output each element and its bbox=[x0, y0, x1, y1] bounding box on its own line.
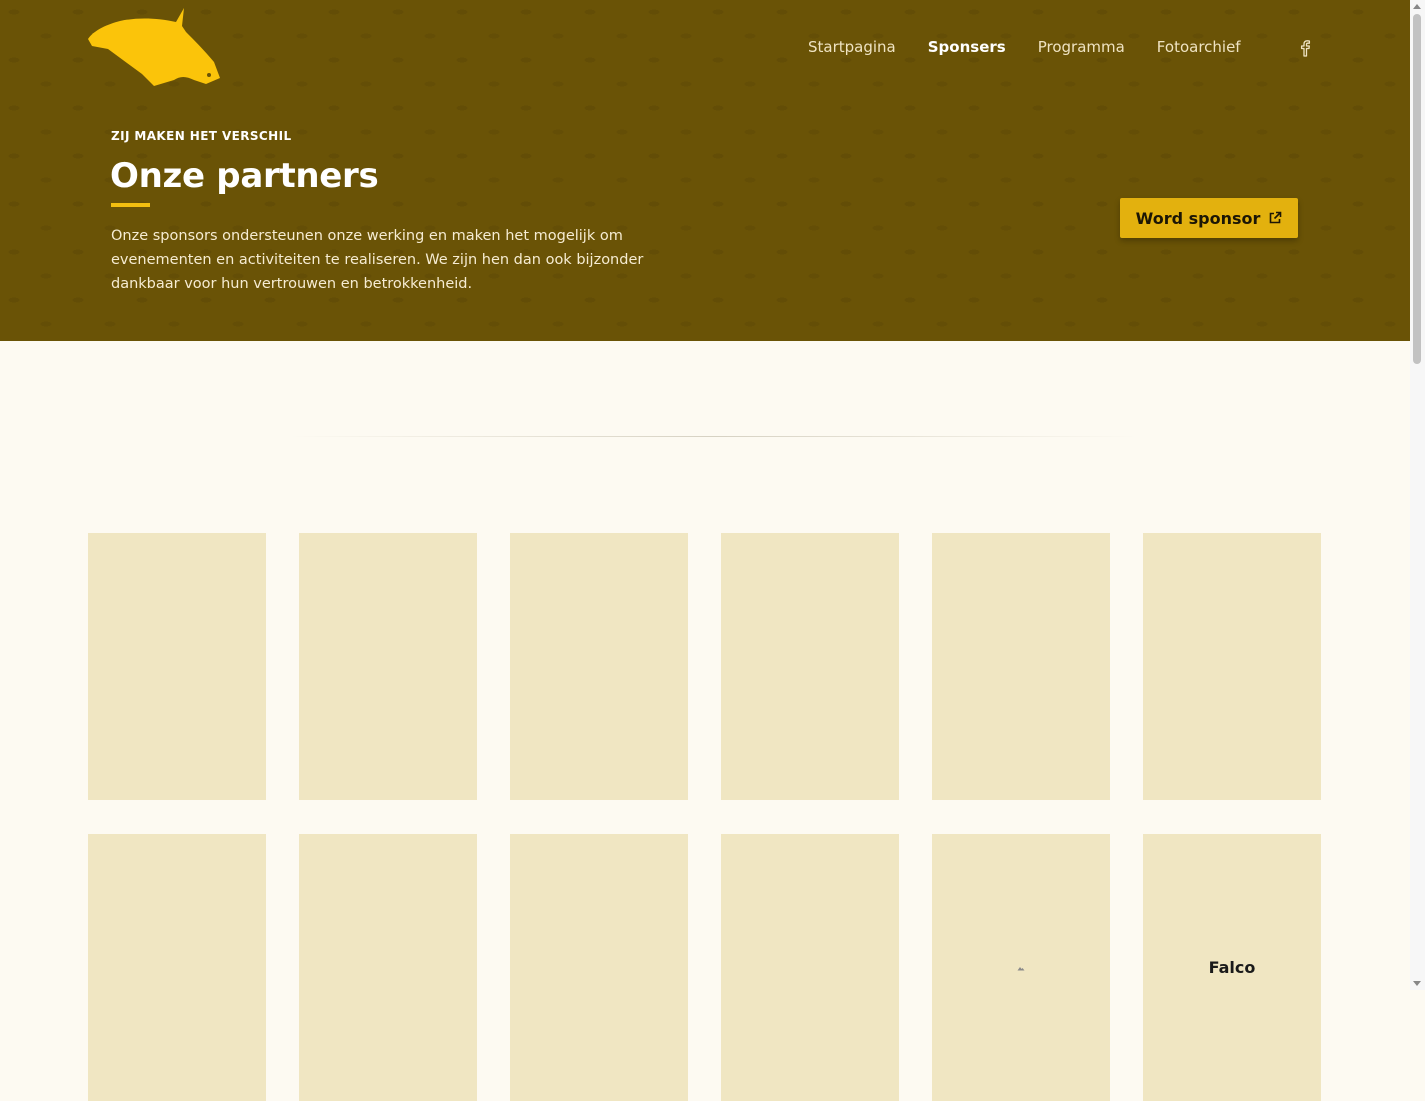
sponsor-grid: Falco bbox=[88, 533, 1321, 1101]
hero-eyebrow: ZIJ MAKEN HET VERSCHIL bbox=[111, 129, 292, 143]
word-sponsor-label: Word sponsor bbox=[1135, 208, 1261, 228]
nav-programma[interactable]: Programma bbox=[1038, 38, 1125, 56]
title-underline bbox=[111, 203, 150, 207]
broken-image-icon bbox=[1017, 966, 1025, 970]
sponsor-card[interactable] bbox=[88, 533, 266, 800]
nav-fotoarchief[interactable]: Fotoarchief bbox=[1157, 38, 1241, 56]
sponsor-card[interactable] bbox=[510, 533, 688, 800]
hero-intro: Onze sponsors ondersteunen onze werking … bbox=[111, 228, 644, 292]
sponsor-card[interactable] bbox=[932, 834, 1110, 1101]
scroll-up-arrow-icon[interactable] bbox=[1413, 4, 1421, 9]
external-link-icon bbox=[1270, 211, 1282, 224]
scroll-thumb[interactable] bbox=[1413, 14, 1421, 364]
nav-sponsers[interactable]: Sponsers bbox=[928, 38, 1006, 56]
sponsor-card[interactable] bbox=[1143, 533, 1321, 800]
sponsor-card-falco[interactable]: Falco bbox=[1143, 834, 1321, 1101]
main-nav: Startpagina Sponsers Programma Fotoarchi… bbox=[808, 38, 1273, 56]
scroll-down-arrow-icon[interactable] bbox=[1413, 981, 1421, 986]
sponsor-name: Falco bbox=[1208, 958, 1256, 977]
sponsor-card[interactable] bbox=[932, 533, 1110, 800]
facebook-icon[interactable] bbox=[1298, 39, 1312, 57]
sponsor-card[interactable] bbox=[721, 533, 899, 800]
page-scrollbar[interactable] bbox=[1410, 0, 1425, 990]
sponsor-card[interactable] bbox=[299, 834, 477, 1101]
nav-startpagina[interactable]: Startpagina bbox=[808, 38, 896, 56]
section-divider bbox=[290, 436, 1138, 437]
sponsor-card[interactable] bbox=[88, 834, 266, 1101]
sponsor-card[interactable] bbox=[299, 533, 477, 800]
word-sponsor-button[interactable]: Word sponsor bbox=[1120, 198, 1298, 238]
hero-banner: Startpagina Sponsers Programma Fotoarchi… bbox=[0, 0, 1410, 341]
sponsor-card[interactable] bbox=[510, 834, 688, 1101]
page-title: Onze partners bbox=[110, 156, 379, 196]
horse-head-logo[interactable] bbox=[86, 6, 222, 90]
sponsor-card[interactable] bbox=[721, 834, 899, 1101]
